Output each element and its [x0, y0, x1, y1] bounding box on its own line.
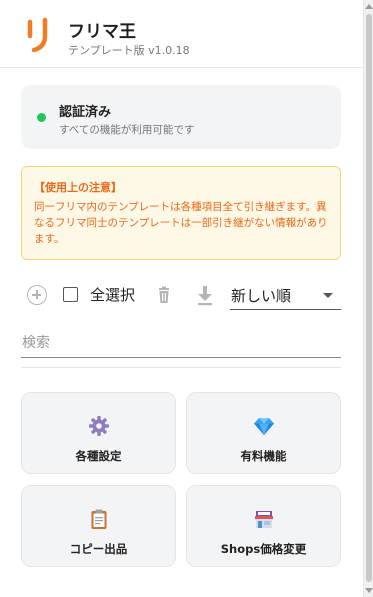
scrollbar[interactable] [363, 0, 373, 597]
app-version: テンプレート版 v1.0.18 [68, 44, 190, 57]
template-toolbar: 全選択 新しい順 [21, 280, 341, 310]
copy-listing-tile[interactable]: コピー出品 [21, 485, 176, 567]
download-icon[interactable] [195, 284, 215, 306]
search-input[interactable] [21, 328, 341, 358]
select-all-label[interactable]: 全選択 [90, 284, 135, 305]
auth-status-description: すべての機能が利用可能です [59, 124, 195, 136]
app-title: フリマ王 [68, 22, 136, 42]
gear-icon [89, 416, 109, 436]
chevron-down-icon [323, 293, 333, 298]
select-all-checkbox[interactable] [63, 287, 78, 302]
premium-features-tile[interactable]: 有料機能 [186, 392, 341, 474]
status-dot-icon [37, 113, 46, 122]
auth-status-title: 認証済み [59, 105, 112, 120]
usage-notice: 【使用上の注意】 同一フリマ内のテンプレートは各種項目全て引き継ぎます。異なるフ… [21, 166, 341, 260]
scrollbar-thumb[interactable] [366, 14, 372, 582]
scroll-down-icon[interactable] [365, 588, 373, 593]
auth-status-card: 認証済み すべての機能が利用可能です [21, 85, 341, 149]
shop-icon [255, 511, 273, 528]
add-circle-icon[interactable] [27, 285, 47, 305]
scroll-up-icon[interactable] [365, 4, 373, 9]
tile-label: コピー出品 [69, 542, 128, 556]
divider [21, 367, 341, 368]
sort-value: 新しい順 [231, 287, 292, 305]
tile-label: Shops価格変更 [220, 542, 307, 556]
header: フリマ王 テンプレート版 v1.0.18 [0, 0, 363, 68]
sort-select[interactable]: 新しい順 [230, 280, 341, 310]
usage-notice-title: 【使用上の注意】 [34, 181, 122, 194]
tile-label: 各種設定 [75, 449, 122, 463]
app-logo-icon [27, 17, 48, 53]
clipboard-icon [91, 509, 107, 529]
extension-panel: フリマ王 テンプレート版 v1.0.18 認証済み すべての機能が利用可能です … [0, 0, 363, 597]
settings-tile[interactable]: 各種設定 [21, 392, 176, 474]
shops-price-change-tile[interactable]: Shops価格変更 [186, 485, 341, 567]
gem-icon [254, 418, 274, 435]
usage-notice-body: 同一フリマ内のテンプレートは各種項目全て引き継ぎます。異なるフリマ同士のテンプレ… [34, 201, 328, 245]
tile-label: 有料機能 [240, 449, 287, 463]
trash-icon[interactable] [154, 285, 174, 305]
